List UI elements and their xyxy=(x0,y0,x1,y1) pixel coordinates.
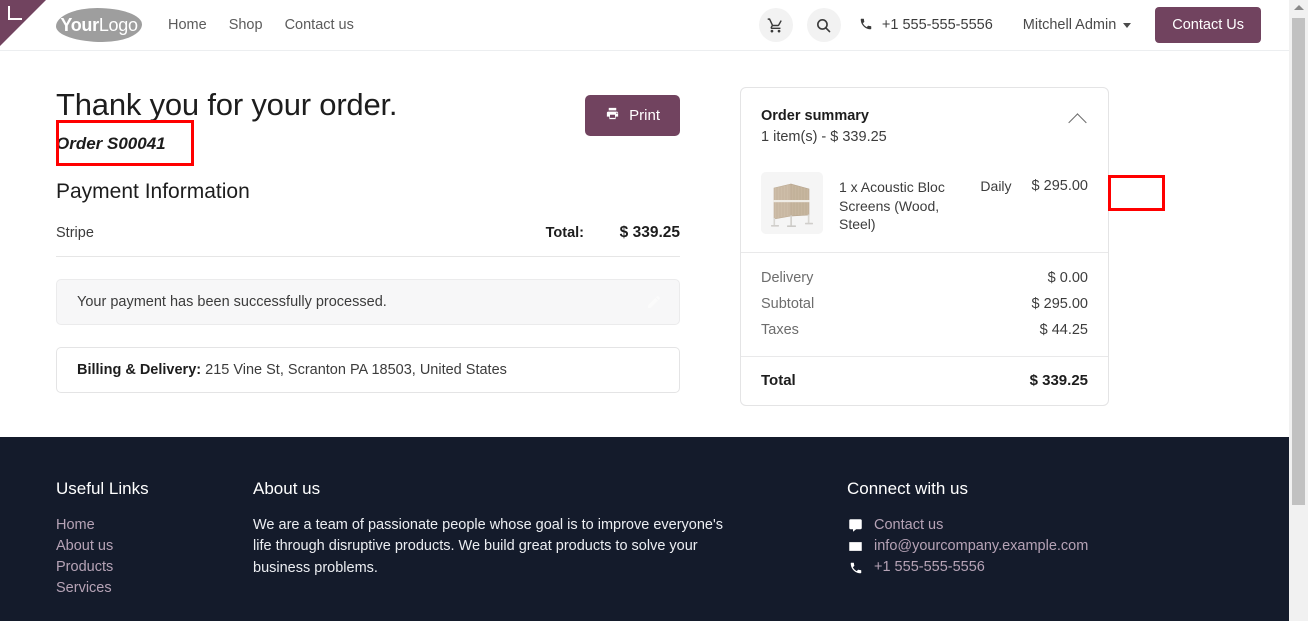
footer-about-us: About us We are a team of passionate peo… xyxy=(253,479,847,600)
total-value-subtotal: $ 295.00 xyxy=(1031,296,1088,313)
phone-icon xyxy=(847,561,864,575)
logo-text-light: Logo xyxy=(98,14,138,35)
footer-connect-phone: +1 555-555-5556 xyxy=(847,557,1233,578)
header-phone[interactable]: +1 555-555-5556 xyxy=(859,17,993,34)
billing-delivery-box: Billing & Delivery: 215 Vine St, Scranto… xyxy=(56,346,680,393)
phone-icon xyxy=(859,17,873,34)
vertical-scrollbar[interactable] xyxy=(1289,0,1308,621)
chevron-up-icon[interactable] xyxy=(1068,113,1087,132)
grand-total-row: Total $ 339.25 xyxy=(741,356,1108,405)
logo-text: YourLogo xyxy=(60,14,138,36)
scrollbar-up-arrow-icon[interactable] xyxy=(1293,5,1304,10)
order-reference: Order S00041 xyxy=(56,133,166,153)
payment-status-message: Your payment has been successfully proce… xyxy=(77,293,387,310)
shopping-cart-icon[interactable] xyxy=(758,8,793,42)
payment-total-label: Total: xyxy=(545,224,584,241)
envelope-icon xyxy=(847,539,864,554)
footer-phone-link[interactable]: +1 555-555-5556 xyxy=(874,557,985,578)
payment-summary-row: Stripe Total: $ 339.25 xyxy=(56,224,680,257)
print-button[interactable]: Print xyxy=(585,95,680,136)
order-summary-card: Order summary 1 item(s) - $ 339.25 1 x A… xyxy=(740,87,1109,407)
footer-connect-title: Connect with us xyxy=(847,479,968,498)
contact-us-button[interactable]: Contact Us xyxy=(1155,7,1261,43)
footer-contact-us-link[interactable]: Contact us xyxy=(874,515,943,536)
grand-total-label: Total xyxy=(761,372,796,390)
payment-provider: Stripe xyxy=(56,224,94,241)
page-root: YourLogo Home Shop Contact us +1 555-555… xyxy=(0,0,1308,621)
thankyou-block: Thank you for your order. Order S00041 xyxy=(56,87,585,154)
order-confirmation-column: Thank you for your order. Order S00041 P… xyxy=(56,87,740,437)
site-header: YourLogo Home Shop Contact us +1 555-555… xyxy=(0,0,1289,51)
corner-ribbon xyxy=(0,0,46,46)
printer-icon xyxy=(605,106,620,125)
footer-link-products[interactable]: Products xyxy=(56,557,253,578)
order-summary-column: Order summary 1 item(s) - $ 339.25 1 x A… xyxy=(740,87,1109,437)
total-row-delivery: Delivery $ 0.00 xyxy=(761,265,1088,291)
footer-link-home[interactable]: Home xyxy=(56,515,253,536)
footer-connect: Connect with us Contact us info@yourcomp… xyxy=(847,479,1233,600)
order-summary-header-text: Order summary 1 item(s) - $ 339.25 xyxy=(761,106,1071,148)
order-line-item-name: 1 x Acoustic Bloc Screens (Wood, Steel) xyxy=(839,179,945,233)
order-summary-header[interactable]: Order summary 1 item(s) - $ 339.25 xyxy=(741,88,1108,148)
search-icon[interactable] xyxy=(806,8,841,42)
footer-columns: Useful Links Home About us Products Serv… xyxy=(56,479,1233,600)
footer-about-text: We are a team of passionate people whose… xyxy=(253,517,723,576)
print-button-label: Print xyxy=(629,107,660,124)
total-label-taxes: Taxes xyxy=(761,322,799,339)
total-row-subtotal: Subtotal $ 295.00 xyxy=(761,291,1088,317)
footer-email-link[interactable]: info@yourcompany.example.com xyxy=(874,536,1088,557)
order-line-items: 1 x Acoustic Bloc Screens (Wood, Steel) … xyxy=(741,148,1108,252)
chevron-down-icon xyxy=(1123,22,1132,28)
scrollbar-thumb[interactable] xyxy=(1292,18,1305,505)
order-summary-subtitle: 1 item(s) - $ 339.25 xyxy=(761,129,887,146)
footer-useful-links: Useful Links Home About us Products Serv… xyxy=(56,479,253,600)
comment-icon xyxy=(847,518,864,533)
nav-item-contact-us[interactable]: Contact us xyxy=(285,17,354,33)
total-label-subtotal: Subtotal xyxy=(761,296,815,313)
payment-status-alert: Your payment has been successfully proce… xyxy=(56,278,680,325)
main-content: Thank you for your order. Order S00041 P… xyxy=(0,51,1289,437)
order-totals: Delivery $ 0.00 Subtotal $ 295.00 Taxes … xyxy=(741,252,1108,356)
total-value-taxes: $ 44.25 xyxy=(1039,322,1088,339)
corner-arrow-icon[interactable] xyxy=(8,6,22,20)
total-label-delivery: Delivery xyxy=(761,270,814,287)
nav-item-home[interactable]: Home xyxy=(168,17,207,33)
header-phone-text: +1 555-555-5556 xyxy=(881,17,993,33)
order-line-item-plan: Daily xyxy=(980,178,1012,195)
total-value-delivery: $ 0.00 xyxy=(1047,270,1088,287)
footer-about-title: About us xyxy=(253,479,321,498)
order-line-item-price: $ 295.00 xyxy=(1031,178,1088,195)
total-row-taxes: Taxes $ 44.25 xyxy=(761,317,1088,343)
footer-useful-links-title: Useful Links xyxy=(56,479,149,498)
site-logo[interactable]: YourLogo xyxy=(56,8,142,42)
billing-delivery-label-text: Billing & Delivery: xyxy=(77,361,202,378)
pencil-icon[interactable] xyxy=(646,294,662,310)
header-actions: +1 555-555-5556 Mitchell Admin Contact U… xyxy=(758,7,1261,43)
grand-total-value: $ 339.25 xyxy=(1029,372,1088,390)
logo-text-bold: Your xyxy=(60,14,99,35)
page-title: Thank you for your order. xyxy=(56,87,398,122)
footer-link-services[interactable]: Services xyxy=(56,578,253,599)
payment-information-title: Payment Information xyxy=(56,179,250,203)
user-menu[interactable]: Mitchell Admin xyxy=(1022,17,1132,33)
site-footer: Useful Links Home About us Products Serv… xyxy=(0,437,1289,621)
thankyou-row: Thank you for your order. Order S00041 P… xyxy=(56,87,680,154)
footer-connect-contact: Contact us xyxy=(847,515,1233,536)
footer-link-about-us[interactable]: About us xyxy=(56,536,253,557)
payment-total-value: $ 339.25 xyxy=(619,223,680,241)
product-thumbnail xyxy=(761,172,823,235)
nav-item-shop[interactable]: Shop xyxy=(229,17,263,33)
footer-connect-email: info@yourcompany.example.com xyxy=(847,536,1233,557)
order-summary-title: Order summary xyxy=(761,108,869,124)
order-line-item: 1 x Acoustic Bloc Screens (Wood, Steel) … xyxy=(761,172,1088,235)
billing-delivery-value: 215 Vine St, Scranton PA 18503, United S… xyxy=(205,361,507,378)
main-navigation: Home Shop Contact us xyxy=(168,17,354,33)
browser-viewport: YourLogo Home Shop Contact us +1 555-555… xyxy=(0,0,1289,621)
user-menu-label: Mitchell Admin xyxy=(1022,17,1117,33)
billing-delivery-label: Billing & Delivery: 215 Vine St, Scranto… xyxy=(77,362,507,378)
